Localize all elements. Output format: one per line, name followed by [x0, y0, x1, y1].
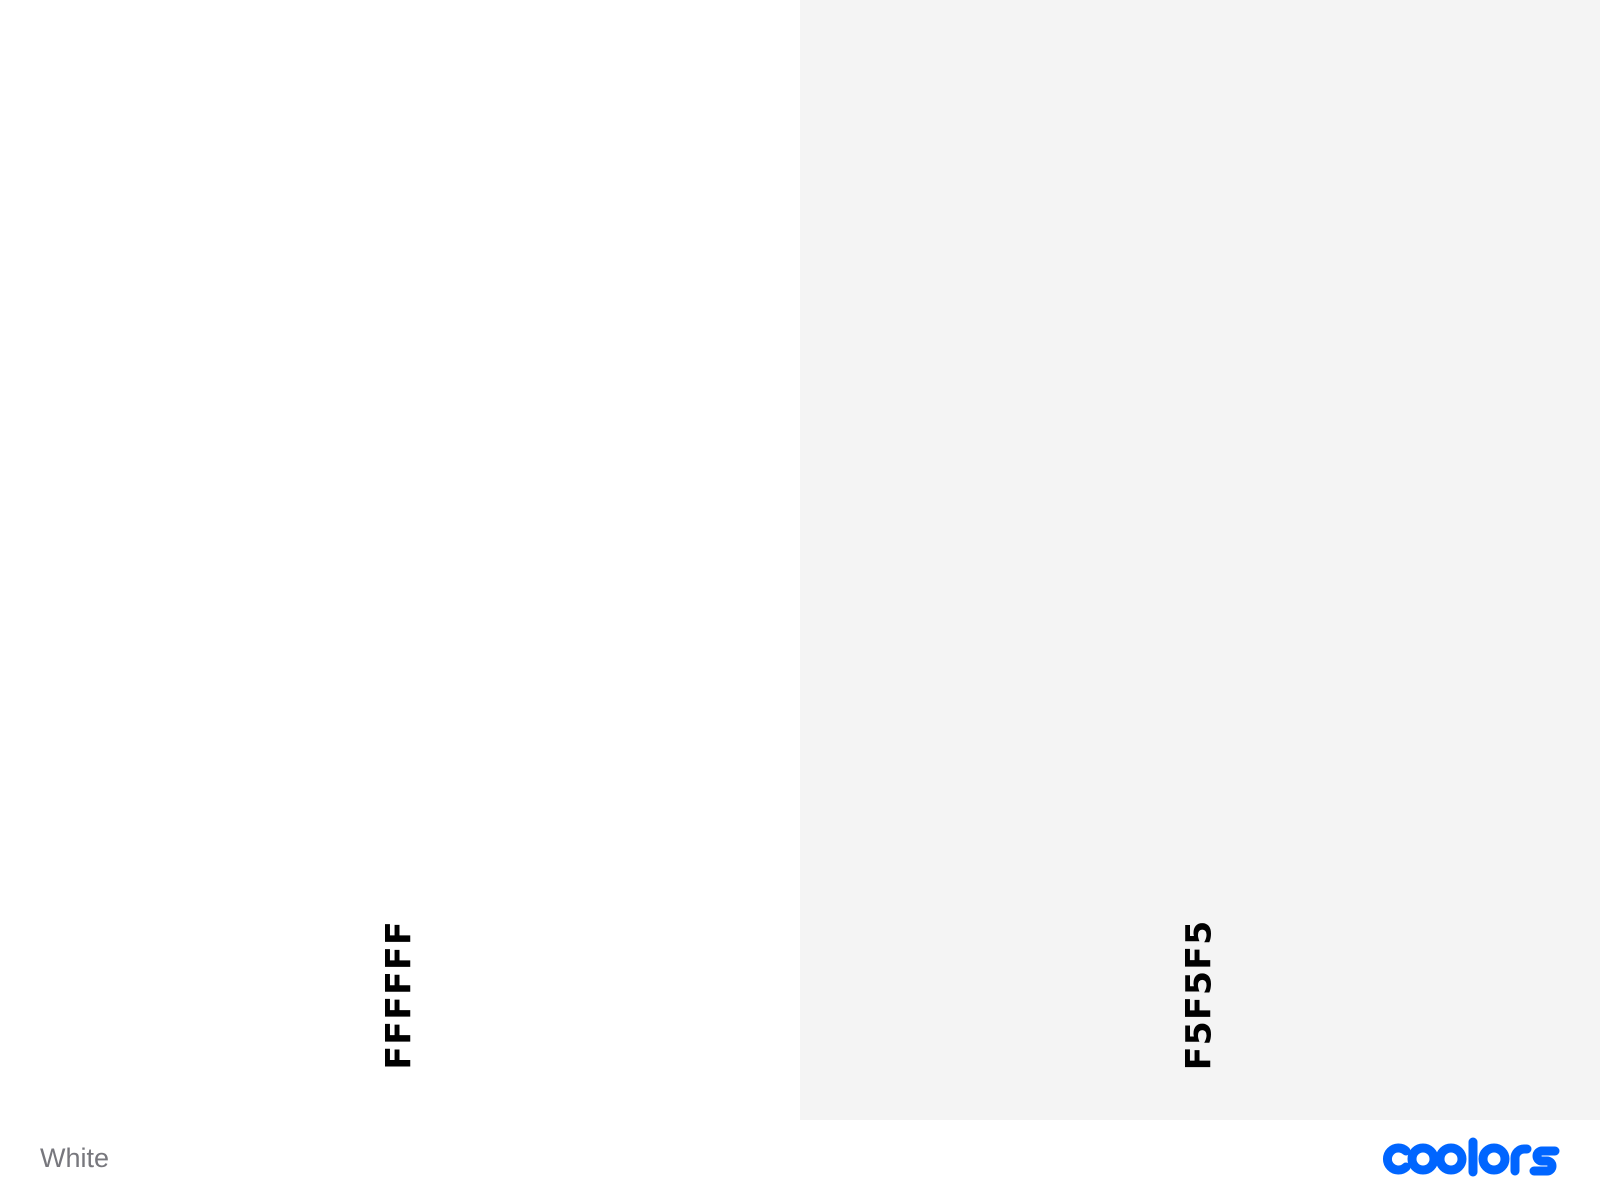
palette-footer: White	[0, 1120, 1600, 1200]
coolors-logo[interactable]	[1380, 1136, 1562, 1180]
color-swatch-1[interactable]: FFFFFF	[0, 0, 800, 1120]
swatch-hex-label: FFFFFF	[379, 920, 420, 1070]
palette-swatches: FFFFFF F5F5F5	[0, 0, 1600, 1120]
palette-name: White	[40, 1143, 110, 1173]
swatch-hex-label: F5F5F5	[1179, 919, 1220, 1071]
color-swatch-2[interactable]: F5F5F5	[800, 0, 1600, 1120]
